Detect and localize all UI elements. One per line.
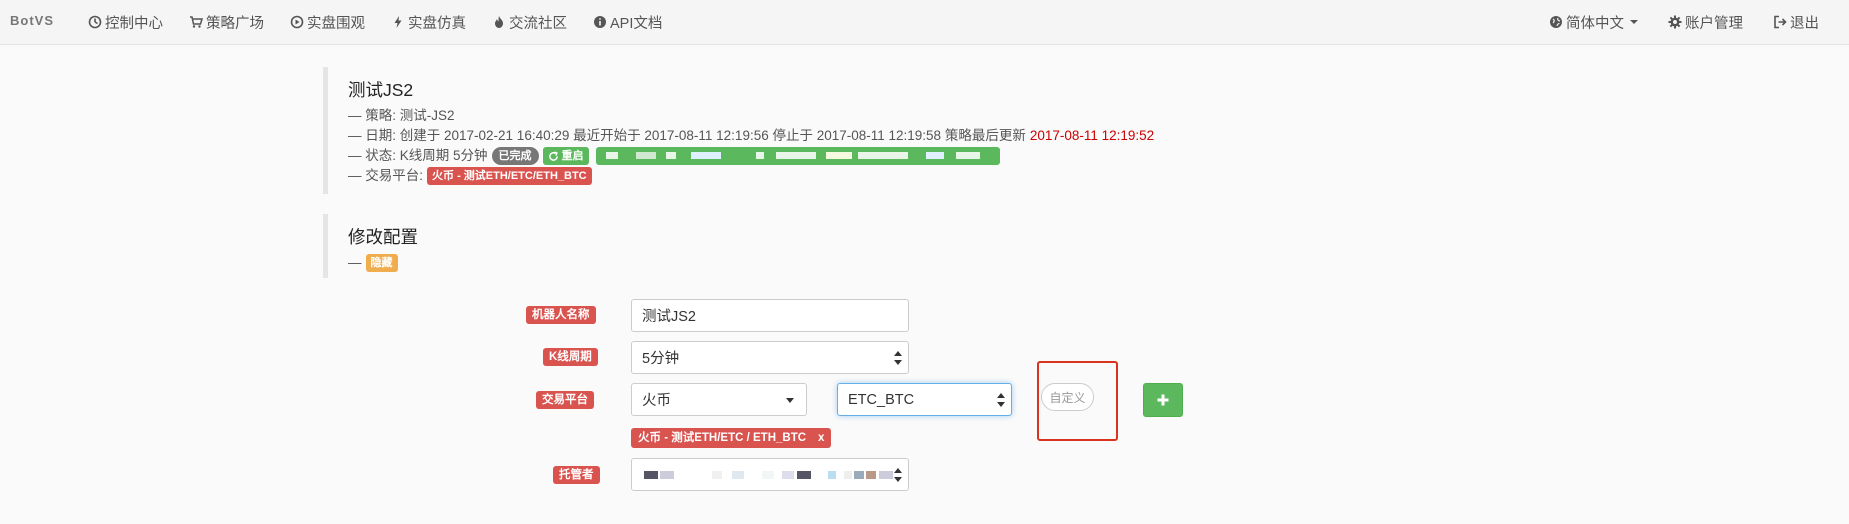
gear-icon (1668, 15, 1682, 29)
config-panel: 修改配置 — 隐藏 (323, 214, 748, 278)
nav-item-live-watch[interactable]: 实盘围观 (290, 12, 365, 33)
nav-item-label: 策略广场 (206, 15, 264, 32)
nav-item-api-docs[interactable]: API文档 (593, 12, 662, 33)
exchange-dropdown[interactable]: 火币 (631, 383, 807, 416)
custom-toggle-label: 自定义 (1049, 390, 1086, 405)
language-dropdown[interactable]: 简体中文 (1549, 12, 1638, 33)
status-line: — 状态: K线周期 5分钟 已完成 重启 (348, 146, 1348, 166)
date-text: — 日期: 创建于 2017-02-21 16:40:29 最近开始于 2017… (348, 128, 1026, 143)
kline-period-value: 5分钟 (642, 351, 680, 367)
platform-line: — 交易平台: 火币 - 测试ETH/ETC/ETH_BTC (348, 166, 1348, 186)
hidden-line: — 隐藏 (348, 253, 748, 273)
chevron-down-icon (786, 397, 794, 403)
dash-text: — (348, 255, 362, 270)
strategy-line: — 策略: 测试-JS2 (348, 106, 1348, 126)
nav-item-label: API文档 (610, 15, 663, 32)
hide-toggle-button[interactable]: 隐藏 (365, 254, 398, 272)
cart-icon (190, 16, 203, 28)
plus-icon (1157, 394, 1169, 406)
config-title: 修改配置 (348, 227, 418, 247)
logout-link[interactable]: 退出 (1773, 12, 1819, 33)
nav-item-label: 控制中心 (105, 15, 163, 32)
logout-label: 退出 (1790, 15, 1819, 32)
nav-item-simulation[interactable]: 实盘仿真 (391, 12, 466, 33)
selected-platform-tag: 火币 - 测试ETH/ETC / ETH_BTC x (631, 428, 832, 448)
redacted-status-bar (595, 147, 1000, 165)
fire-icon (495, 16, 503, 28)
robot-info-panel: 测试JS2 — 策略: 测试-JS2 — 日期: 创建于 2017-02-21 … (323, 67, 1348, 194)
account-management-label: 账户管理 (1685, 15, 1743, 32)
nav-item-community[interactable]: 交流社区 (492, 12, 567, 33)
status-text: — 状态: K线周期 5分钟 (348, 148, 488, 163)
nav-left: 控制中心 策略广场 实盘围观 实盘仿真 交流社区 API文档 (88, 0, 688, 44)
status-badge: 已完成 (491, 147, 539, 165)
dashboard-icon (88, 15, 102, 29)
select-arrows-icon (894, 467, 902, 482)
brand-logo[interactable]: BotVS (10, 13, 54, 28)
nav-item-dashboard[interactable]: 控制中心 (88, 12, 163, 33)
robot-name-input[interactable]: 测试JS2 (631, 299, 909, 332)
custom-toggle[interactable]: 自定义 (1041, 383, 1094, 411)
selected-platform-text: 火币 - 测试ETH/ETC / ETH_BTC (638, 432, 807, 444)
platform-tag: 火币 - 测试ETH/ETC/ETH_BTC (427, 167, 592, 185)
logout-icon (1774, 15, 1787, 29)
robot-name-value: 测试JS2 (642, 309, 696, 325)
date-line: — 日期: 创建于 2017-02-21 16:40:29 最近开始于 2017… (348, 126, 1348, 146)
host-label: 托管者 (553, 466, 600, 484)
restart-button[interactable]: 重启 (542, 147, 589, 165)
platform-label: 交易平台 (536, 391, 594, 409)
robot-title: 测试JS2 (348, 80, 414, 100)
language-label: 简体中文 (1566, 15, 1624, 32)
nav-item-label: 实盘围观 (307, 15, 365, 32)
refresh-icon (548, 150, 558, 161)
info-icon (594, 16, 606, 28)
nav-right: 简体中文 账户管理 退出 (1519, 0, 1819, 44)
strategy-text: — 策略: 测试-JS2 (348, 108, 455, 123)
platform-text: — 交易平台: (348, 168, 424, 183)
kline-period-select[interactable]: 5分钟 (631, 341, 909, 374)
trading-pair-value: ETC_BTC (848, 391, 915, 408)
exchange-value: 火币 (642, 393, 671, 409)
select-arrows-icon (997, 392, 1005, 407)
kline-period-label: K线周期 (543, 348, 598, 366)
select-arrows-icon (894, 350, 902, 365)
top-navbar: BotVS 控制中心 策略广场 实盘围观 实盘仿真 交流社区 API文档 简体中… (0, 0, 1849, 45)
robot-name-label: 机器人名称 (526, 306, 596, 324)
flash-icon (394, 16, 402, 28)
chevron-down-icon (1630, 20, 1638, 24)
trading-pair-select[interactable]: ETC_BTC (837, 383, 1012, 416)
nav-item-label: 实盘仿真 (408, 15, 466, 32)
restart-label: 重启 (561, 150, 584, 162)
strategy-updated-date: 2017-08-11 12:19:52 (1029, 128, 1155, 143)
account-management-link[interactable]: 账户管理 (1668, 12, 1743, 33)
play-circle-icon (290, 15, 304, 29)
nav-item-label: 交流社区 (509, 15, 567, 32)
add-platform-button[interactable] (1143, 383, 1183, 417)
host-select[interactable] (631, 458, 909, 491)
remove-platform-button[interactable]: x (818, 432, 824, 444)
globe-icon (1550, 16, 1562, 28)
nav-item-strategy-square[interactable]: 策略广场 (189, 12, 264, 33)
